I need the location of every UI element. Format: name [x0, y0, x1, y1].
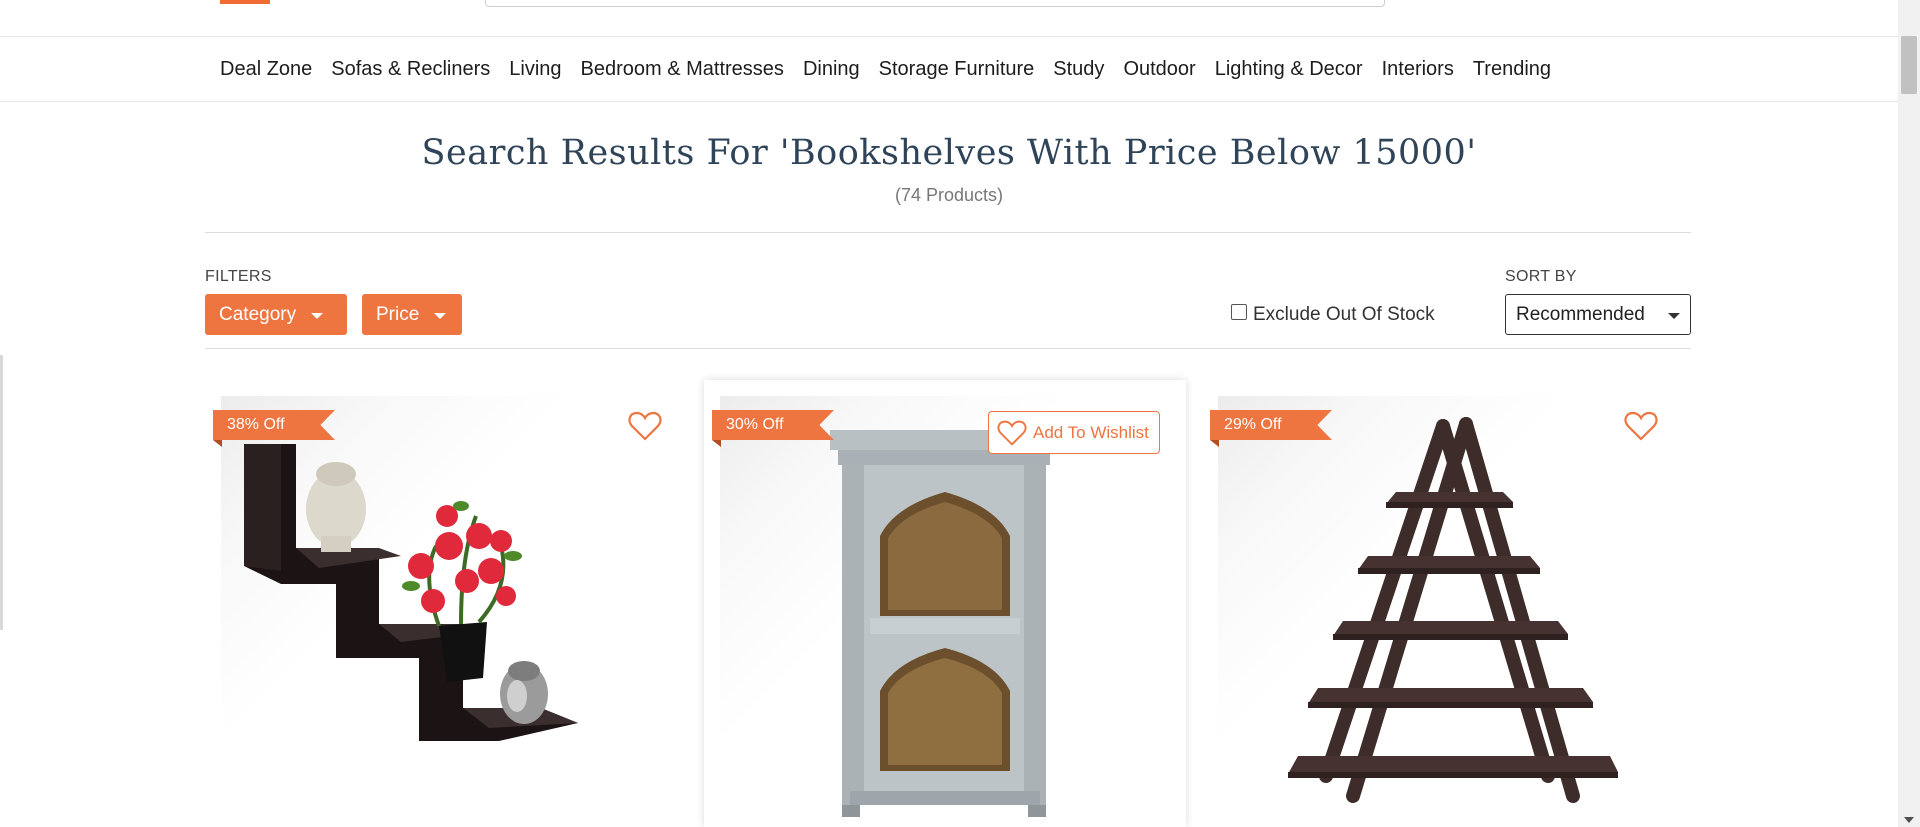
category-filter-button[interactable]: Category: [205, 294, 347, 335]
search-input[interactable]: [485, 0, 1385, 7]
filters-label: FILTERS: [205, 268, 272, 285]
price-filter-button[interactable]: Price: [362, 294, 462, 335]
exclude-out-of-stock-checkbox[interactable]: [1231, 304, 1247, 320]
nav-item-lighting-decor[interactable]: Lighting & Decor: [1215, 58, 1363, 81]
product-card[interactable]: 38% Off: [205, 380, 687, 827]
badge-fold: [712, 440, 721, 447]
product-image[interactable]: [720, 396, 1170, 827]
discount-badge: 29% Off: [1210, 410, 1332, 440]
nav-item-deal-zone[interactable]: Deal Zone: [220, 58, 312, 81]
heart-icon: [997, 420, 1027, 446]
discount-badge: 30% Off: [712, 410, 834, 440]
page-title: Search Results For 'Bookshelves With Pri…: [421, 133, 1477, 173]
nav-item-trending[interactable]: Trending: [1473, 58, 1551, 81]
wishlist-heart-icon[interactable]: [1624, 410, 1658, 442]
logo-bar: [220, 0, 270, 4]
divider: [205, 348, 1691, 349]
nav-item-bedroom-mattresses[interactable]: Bedroom & Mattresses: [581, 58, 784, 81]
page-scrollbar[interactable]: [1898, 0, 1920, 827]
caret-down-icon: [311, 313, 324, 319]
sort-select[interactable]: Recommended: [1505, 294, 1691, 335]
exclude-out-of-stock-label: Exclude Out Of Stock: [1253, 304, 1435, 325]
nav-item-living[interactable]: Living: [509, 58, 561, 81]
add-to-wishlist-label: Add To Wishlist: [1033, 422, 1149, 442]
nav-item-storage-furniture[interactable]: Storage Furniture: [879, 58, 1035, 81]
wall-shelf-image: [244, 444, 578, 741]
results-heading: Search Results For 'Bookshelves With Pri…: [0, 133, 1898, 206]
results-count: (74 Products): [894, 185, 1004, 205]
wishlist-heart-icon[interactable]: [628, 410, 662, 442]
divider: [205, 232, 1691, 233]
product-image[interactable]: [221, 396, 671, 827]
nav-item-study[interactable]: Study: [1053, 58, 1104, 81]
nav-item-interiors[interactable]: Interiors: [1382, 58, 1454, 81]
product-card[interactable]: 29% Off: [1202, 380, 1684, 827]
price-filter-label: Price: [376, 303, 420, 325]
category-filter-label: Category: [219, 303, 297, 325]
ladder-bookshelf-image: [1288, 417, 1618, 803]
scrollbar-thumb[interactable]: [1901, 36, 1917, 94]
exclude-out-of-stock[interactable]: Exclude Out Of Stock: [1231, 304, 1435, 326]
badge-fold: [1210, 440, 1219, 447]
badge-fold: [213, 440, 222, 447]
arched-cabinet-image: [830, 430, 1058, 817]
sort-label: SORT BY: [1505, 268, 1577, 285]
sort-selected-value: Recommended: [1516, 303, 1645, 325]
site-logo[interactable]: [220, 0, 270, 6]
nav-item-outdoor[interactable]: Outdoor: [1123, 58, 1195, 81]
site-header: [0, 0, 1898, 37]
product-card[interactable]: 30% Off Add To Wishlist: [704, 380, 1186, 827]
product-image[interactable]: [1218, 396, 1668, 827]
discount-badge: 38% Off: [213, 410, 335, 440]
caret-down-icon: [434, 313, 447, 319]
side-drawer-tab[interactable]: [0, 355, 3, 630]
add-to-wishlist-button[interactable]: Add To Wishlist: [988, 411, 1160, 454]
nav-item-sofas-recliners[interactable]: Sofas & Recliners: [331, 58, 490, 81]
scroll-down-arrow-icon[interactable]: [1904, 817, 1914, 823]
main-nav: Deal Zone Sofas & Recliners Living Bedro…: [0, 37, 1898, 102]
nav-item-dining[interactable]: Dining: [803, 58, 860, 81]
caret-down-icon: [1668, 313, 1680, 319]
